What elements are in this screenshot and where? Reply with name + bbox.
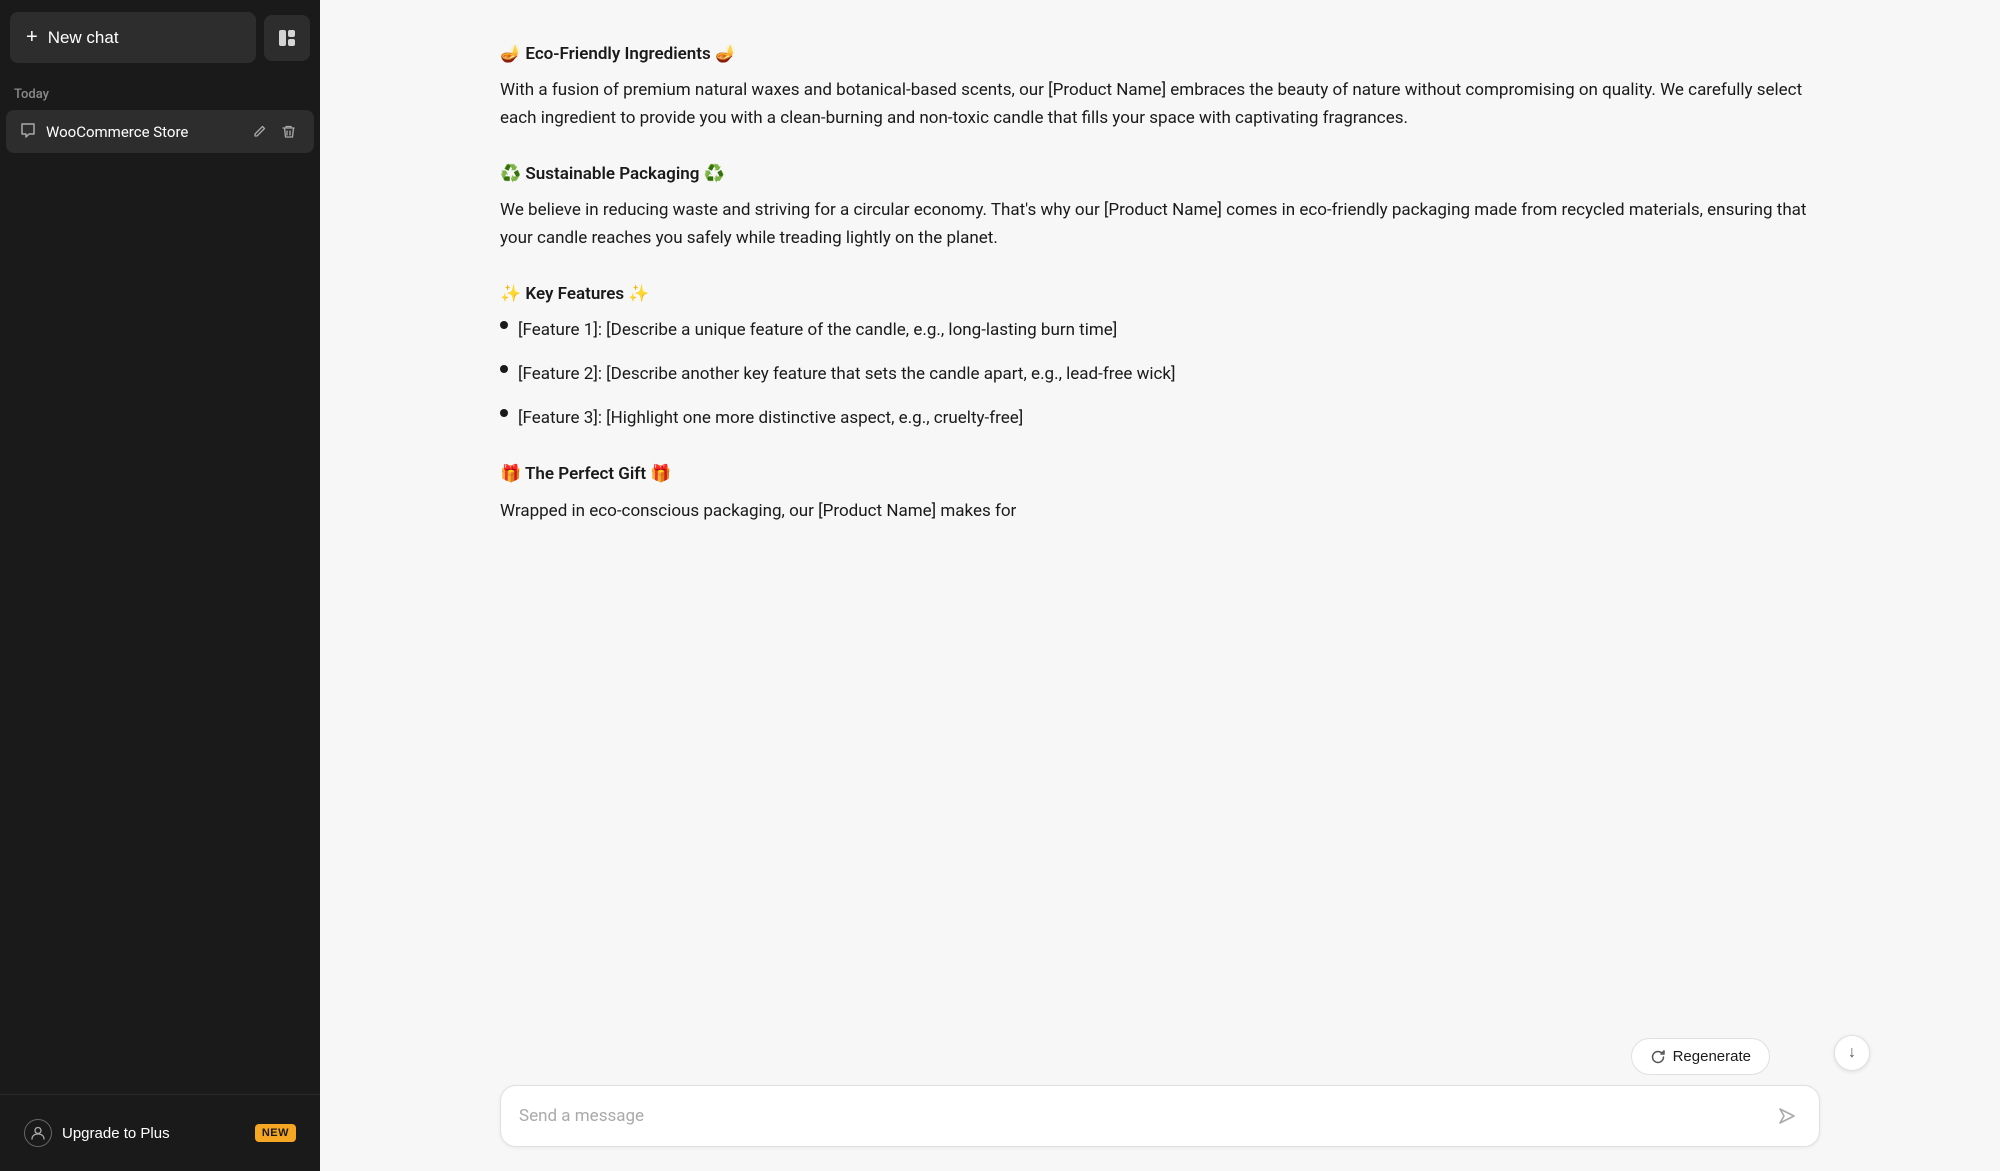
section-eco-friendly: 🪔 Eco-Friendly Ingredients 🪔 With a fusi… [500,40,1820,132]
bullet-dot [500,409,508,417]
chat-bubble-icon [20,122,36,142]
section-sustainable-packaging: ♻️ Sustainable Packaging ♻️ We believe i… [500,160,1820,252]
new-badge: NEW [255,1124,296,1142]
sustainable-packaging-body: We believe in reducing waste and strivin… [500,196,1820,252]
list-item: [Feature 1]: [Describe a unique feature … [500,316,1820,344]
bottom-actions: Regenerate [500,1038,1820,1075]
regenerate-button[interactable]: Regenerate [1631,1038,1770,1075]
plus-icon: + [26,26,38,49]
sidebar-spacer [0,155,320,1094]
regenerate-label: Regenerate [1673,1048,1751,1065]
perfect-gift-body: Wrapped in eco-conscious packaging, our … [500,497,1820,525]
chat-title: WooCommerce Store [46,123,248,141]
sustainable-packaging-heading: ♻️ Sustainable Packaging ♻️ [500,160,1820,188]
sidebar-item-woocommerce[interactable]: WooCommerce Store [6,110,314,153]
user-icon [24,1119,52,1147]
sidebar-header: + New chat [0,0,320,75]
key-features-heading: ✨ Key Features ✨ [500,280,1820,308]
eco-friendly-body: With a fusion of premium natural waxes a… [500,76,1820,132]
list-item: [Feature 2]: [Describe another key featu… [500,360,1820,388]
list-item: [Feature 3]: [Highlight one more distinc… [500,404,1820,432]
feature-3-text: [Feature 3]: [Highlight one more distinc… [518,404,1023,432]
send-icon [1777,1106,1797,1126]
upgrade-to-plus-button[interactable]: Upgrade to Plus NEW [10,1107,310,1159]
feature-2-text: [Feature 2]: [Describe another key featu… [518,360,1176,388]
edit-icon [252,124,267,139]
chat-messages: 🪔 Eco-Friendly Ingredients 🪔 With a fusi… [320,0,2000,1026]
message-input[interactable] [519,1106,1763,1126]
section-perfect-gift: 🎁 The Perfect Gift 🎁 Wrapped in eco-cons… [500,460,1820,524]
perfect-gift-heading: 🎁 The Perfect Gift 🎁 [500,460,1820,488]
send-button[interactable] [1773,1102,1801,1130]
sidebar-footer: Upgrade to Plus NEW [0,1094,320,1171]
message-input-container [500,1085,1820,1147]
section-today-label: Today [0,75,320,108]
upgrade-label: Upgrade to Plus [62,1125,245,1142]
trash-icon [281,124,296,139]
feature-1-text: [Feature 1]: [Describe a unique feature … [518,316,1117,344]
sidebar-toggle-button[interactable] [264,15,310,61]
sidebar: + New chat Today WooCommerce Store [0,0,320,1171]
edit-chat-button[interactable] [248,120,271,143]
key-features-list: [Feature 1]: [Describe a unique feature … [500,316,1820,432]
scroll-down-icon: ↓ [1848,1044,1856,1062]
regenerate-icon [1650,1049,1666,1065]
bottom-bar: Regenerate [320,1026,2000,1171]
layout-icon [277,28,297,48]
bullet-dot [500,365,508,373]
scroll-down-button[interactable]: ↓ [1834,1035,1870,1071]
message-body: 🪔 Eco-Friendly Ingredients 🪔 With a fusi… [500,40,1820,525]
chat-actions [248,120,300,143]
new-chat-button[interactable]: + New chat [10,12,256,63]
new-chat-label: New chat [48,28,119,48]
eco-friendly-heading: 🪔 Eco-Friendly Ingredients 🪔 [500,40,1820,68]
main-content: 🪔 Eco-Friendly Ingredients 🪔 With a fusi… [320,0,2000,1171]
bullet-dot [500,321,508,329]
delete-chat-button[interactable] [277,120,300,143]
section-key-features: ✨ Key Features ✨ [Feature 1]: [Describe … [500,280,1820,432]
